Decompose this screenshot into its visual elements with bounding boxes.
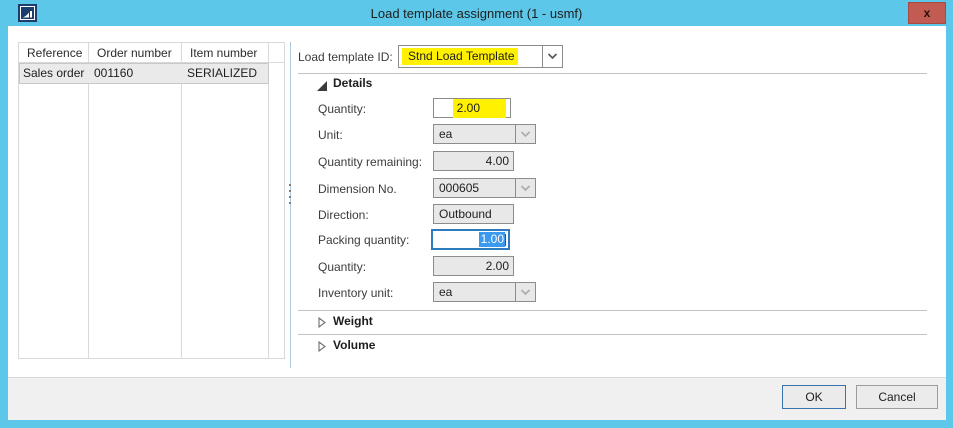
section-header-weight[interactable]: Weight — [333, 314, 373, 328]
unit-value: ea — [439, 127, 452, 141]
grid-cell-item-number: SERIALIZED — [182, 64, 268, 83]
inventory-unit-combobox: ea — [433, 282, 536, 302]
load-template-id-combobox[interactable]: Stnd Load Template — [398, 45, 563, 68]
direction-value: Outbound — [439, 207, 492, 221]
section-header-volume[interactable]: Volume — [333, 338, 375, 352]
text-caret — [505, 234, 506, 246]
quantity-total-field: 2.00 — [433, 256, 514, 276]
grid-column-divider — [268, 43, 269, 358]
grid-row-selected[interactable]: Sales order 001160 SERIALIZED — [19, 63, 269, 84]
quantity-label: Quantity: — [318, 102, 366, 116]
grid-header-item-number[interactable]: Item number — [182, 43, 268, 63]
weight-collapsed-icon — [318, 317, 326, 331]
window-border-right — [946, 26, 953, 420]
window-border-left — [0, 26, 8, 420]
dropdown-chevron-icon — [515, 125, 535, 143]
grid-cell-order-number: 001160 — [89, 64, 181, 83]
unit-combobox: ea — [433, 124, 536, 144]
grid-header-order-number[interactable]: Order number — [89, 43, 181, 63]
reference-grid: Reference Order number Item number Sales… — [18, 42, 285, 359]
grid-cell-reference: Sales order — [22, 64, 88, 83]
volume-collapsed-icon — [318, 341, 326, 355]
packing-quantity-label: Packing quantity: — [318, 233, 409, 247]
section-header-details[interactable]: Details — [333, 76, 372, 90]
cancel-button[interactable]: Cancel — [856, 385, 938, 409]
close-icon: x — [924, 6, 931, 20]
quantity-total-label: Quantity: — [318, 260, 366, 274]
inventory-unit-label: Inventory unit: — [318, 286, 393, 300]
quantity-total-value: 2.00 — [486, 259, 509, 273]
load-template-id-label: Load template ID: — [298, 50, 393, 64]
close-button[interactable]: x — [908, 2, 946, 24]
load-template-id-value: Stnd Load Template — [402, 48, 518, 65]
ok-button[interactable]: OK — [782, 385, 846, 409]
separator — [298, 73, 927, 74]
grid-header-row: Reference Order number Item number — [19, 43, 284, 63]
quantity-input[interactable]: 2.00 — [433, 98, 511, 118]
splitter-grip[interactable] — [288, 184, 292, 210]
window-border-bottom — [0, 420, 953, 428]
quantity-value: 2.00 — [453, 99, 506, 118]
unit-label: Unit: — [318, 128, 343, 142]
grid-header-reference[interactable]: Reference — [19, 43, 88, 63]
grid-column-divider — [88, 43, 89, 358]
dropdown-chevron-icon[interactable] — [542, 46, 562, 67]
quantity-remaining-label: Quantity remaining: — [318, 155, 422, 169]
window-title: Load template assignment (1 - usmf) — [0, 0, 953, 26]
titlebar: Load template assignment (1 - usmf) x — [0, 0, 953, 26]
packing-quantity-selected-text: 1.00 — [479, 232, 505, 247]
load-template-assignment-dialog: Load template assignment (1 - usmf) x Re… — [0, 0, 953, 428]
direction-label: Direction: — [318, 208, 369, 222]
grid-column-divider — [181, 43, 182, 358]
details-expanded-icon — [317, 80, 327, 94]
separator — [298, 310, 927, 311]
dropdown-chevron-icon — [515, 283, 535, 301]
quantity-remaining-field: 4.00 — [433, 151, 514, 171]
direction-field: Outbound — [433, 204, 514, 224]
dimension-no-label: Dimension No. — [318, 182, 397, 196]
inventory-unit-value: ea — [439, 285, 452, 299]
dimension-no-combobox: 000605 — [433, 178, 536, 198]
dropdown-chevron-icon — [515, 179, 535, 197]
quantity-remaining-value: 4.00 — [486, 154, 509, 168]
dimension-no-value: 000605 — [439, 181, 479, 195]
separator — [298, 334, 927, 335]
packing-quantity-input[interactable]: 1.00 — [431, 229, 510, 250]
